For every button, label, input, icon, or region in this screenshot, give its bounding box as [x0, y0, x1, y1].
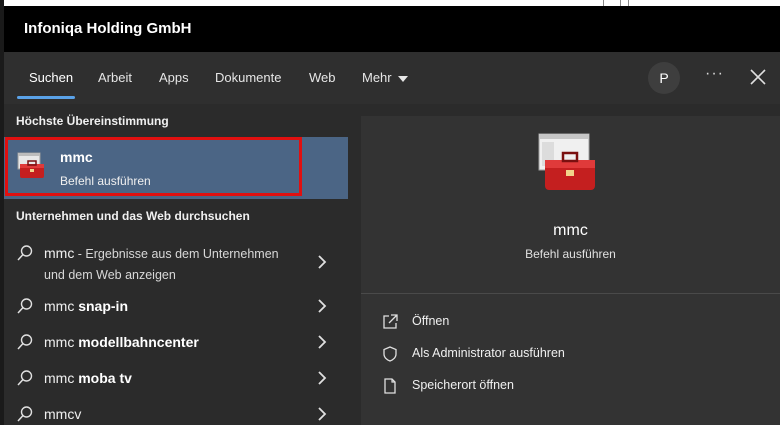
tab-arbeit[interactable]: Arbeit	[98, 70, 132, 85]
chevron-right-icon	[318, 371, 327, 385]
active-tab-indicator	[17, 96, 75, 99]
action-label: Als Administrator ausführen	[412, 346, 565, 360]
result-note-line2: und dem Web anzeigen	[44, 268, 176, 282]
result-prefix: mmc	[44, 298, 79, 314]
chevron-right-icon	[318, 299, 327, 313]
result-bold: moba tv	[78, 370, 132, 386]
result-text: mmc - Ergebnisse aus dem Unternehmen und…	[44, 243, 279, 285]
mmc-app-icon	[17, 152, 44, 178]
search-icon	[17, 245, 33, 261]
tab-mehr[interactable]: Mehr	[362, 70, 408, 85]
divider	[361, 293, 780, 294]
result-text: mmc snap-in	[44, 298, 128, 314]
best-match-item[interactable]: mmc Befehl ausführen	[4, 137, 348, 199]
search-result-row[interactable]: mmc modellbahncenter	[4, 330, 348, 354]
search-result-row[interactable]: mmc - Ergebnisse aus dem Unternehmen und…	[4, 238, 348, 284]
tab-mehr-label: Mehr	[362, 70, 392, 85]
results-pane: Höchste Übereinstimmung mmc Befehl ausfü…	[4, 104, 348, 425]
tab-web[interactable]: Web	[309, 70, 336, 85]
result-text: mmc modellbahncenter	[44, 334, 199, 350]
preview-name: mmc	[553, 222, 588, 239]
best-match-name: mmc	[60, 149, 93, 165]
result-prefix: mmc	[44, 370, 79, 386]
search-tabs-bar: Suchen Arbeit Apps Dokumente Web Mehr P …	[4, 52, 780, 104]
search-icon	[17, 370, 33, 386]
result-text: mmcv	[44, 406, 81, 422]
search-result-row[interactable]: mmc moba tv	[4, 366, 348, 390]
highlight-box	[5, 137, 302, 196]
result-prefix: mmcv	[44, 406, 82, 422]
web-search-heading: Unternehmen und das Web durchsuchen	[16, 209, 250, 223]
chevron-right-icon	[318, 255, 327, 269]
search-result-row[interactable]: mmc snap-in	[4, 294, 348, 318]
mmc-app-icon	[538, 133, 595, 190]
file-location-icon	[384, 378, 396, 394]
tab-apps[interactable]: Apps	[159, 70, 189, 85]
organization-title: Infoniqa Holding GmbH	[24, 20, 192, 37]
action-label: Öffnen	[412, 314, 450, 328]
action-label: Speicherort öffnen	[412, 378, 514, 392]
shield-icon	[383, 346, 397, 362]
more-options-icon[interactable]: ···	[705, 65, 724, 83]
search-icon	[17, 334, 33, 350]
preview-subtitle: Befehl ausführen	[525, 247, 616, 261]
open-icon	[383, 314, 398, 329]
account-avatar[interactable]: P	[648, 62, 680, 94]
chevron-right-icon	[318, 407, 327, 421]
result-bold: snap-in	[78, 298, 128, 314]
best-match-heading: Höchste Übereinstimmung	[16, 114, 169, 128]
result-text: mmc moba tv	[44, 370, 132, 386]
title-bar: Infoniqa Holding GmbH	[4, 6, 780, 52]
search-icon	[17, 298, 33, 314]
close-icon[interactable]	[747, 66, 769, 88]
preview-pane: mmc Befehl ausführen Öffnen Als Administ…	[361, 116, 780, 425]
result-prefix: mmc	[44, 334, 79, 350]
result-note: - Ergebnisse aus dem Unternehmen	[74, 247, 279, 261]
chevron-right-icon	[318, 335, 327, 349]
tab-dokumente[interactable]: Dokumente	[215, 70, 281, 85]
result-bold: modellbahncenter	[78, 334, 199, 350]
tab-suchen[interactable]: Suchen	[29, 70, 73, 85]
chevron-down-icon	[397, 75, 408, 82]
best-match-subtitle: Befehl ausführen	[60, 174, 151, 188]
result-prefix: mmc	[44, 245, 75, 261]
search-icon	[17, 406, 33, 422]
search-result-row[interactable]: mmcv	[4, 402, 348, 425]
